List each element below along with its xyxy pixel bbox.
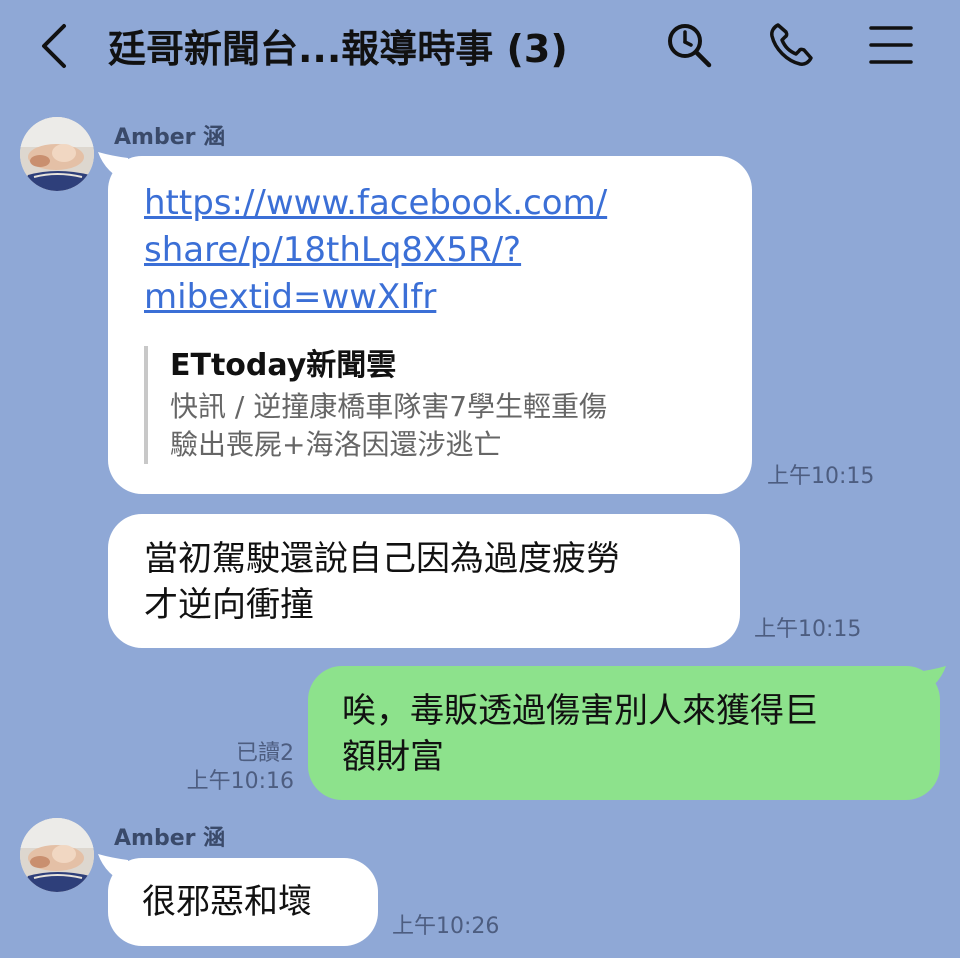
- message-bubble[interactable]: 當初駕駛還說自己因為過度疲勞 才逆向衝撞: [108, 514, 740, 648]
- message-time: 上午10:15: [767, 464, 875, 489]
- link-preview[interactable]: ETtoday新聞雲 快訊 / 逆撞康橋車隊害7學生輕重傷 驗出喪屍+海洛因還涉…: [144, 346, 607, 464]
- cat-avatar-icon: [20, 818, 94, 892]
- sender-name: Amber 涵: [114, 826, 226, 851]
- sender-name: Amber 涵: [114, 125, 226, 150]
- chat-title[interactable]: 廷哥新聞台...報導時事 (3): [108, 18, 568, 73]
- chevron-left-icon[interactable]: [36, 22, 76, 70]
- message-time: 上午10:26: [392, 914, 500, 939]
- phone-icon[interactable]: [766, 20, 816, 70]
- sent-message-bubble[interactable]: 唉，毒販透過傷害別人來獲得巨 額財富: [308, 666, 940, 800]
- message-text: 當初駕駛還說自己因為過度疲勞 才逆向衝撞: [144, 539, 620, 625]
- link-preview-description: 快訊 / 逆撞康橋車隊害7學生輕重傷 驗出喪屍+海洛因還涉逃亡: [170, 390, 608, 461]
- message-time: 上午10:16: [186, 769, 294, 794]
- hamburger-menu-icon[interactable]: [866, 20, 916, 70]
- message-link[interactable]: https://www.facebook.com/ share/p/18thLq…: [144, 180, 607, 321]
- avatar[interactable]: [20, 818, 94, 892]
- message-bubble-link[interactable]: https://www.facebook.com/ share/p/18thLq…: [108, 156, 752, 494]
- message-text: 很邪惡和壞: [142, 882, 312, 922]
- avatar[interactable]: [20, 117, 94, 191]
- chat-header: 廷哥新聞台...報導時事 (3): [0, 0, 960, 92]
- message-time: 上午10:15: [754, 617, 862, 642]
- message-text: 唉，毒販透過傷害別人來獲得巨 額財富: [342, 691, 818, 777]
- message-bubble[interactable]: 很邪惡和壞: [108, 858, 378, 946]
- cat-avatar-icon: [20, 117, 94, 191]
- link-preview-source: ETtoday新聞雲: [170, 348, 397, 383]
- search-icon[interactable]: [664, 20, 714, 70]
